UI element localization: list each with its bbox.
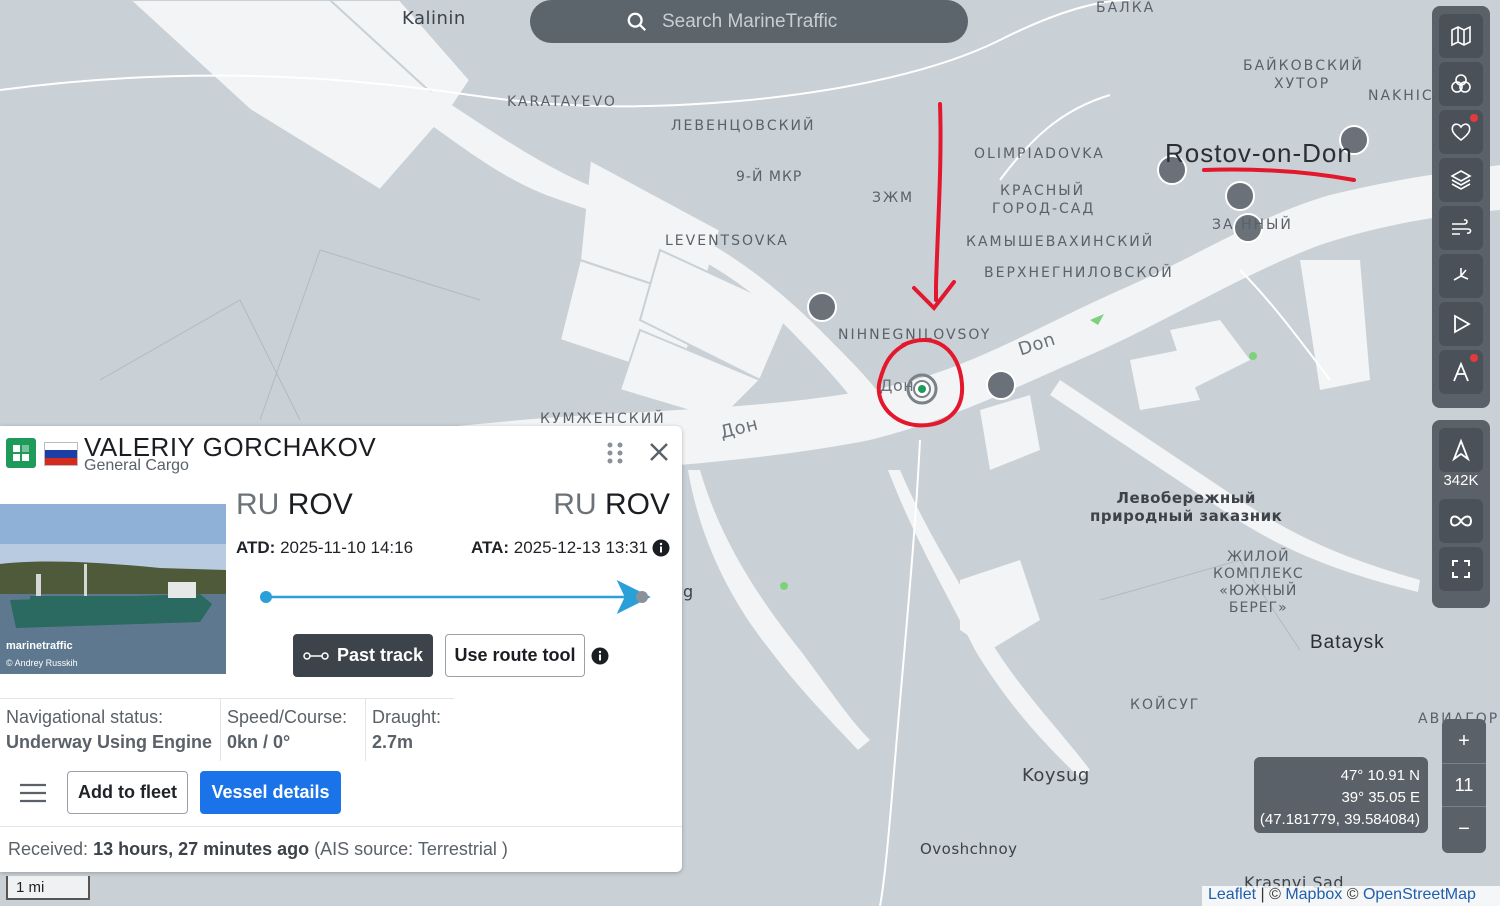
map-label-karatayevo: KARATAYEVO	[507, 94, 617, 110]
map-label-ovoshchnoy: Ovoshchnoy	[920, 840, 1018, 858]
infinity-button[interactable]	[1439, 499, 1483, 543]
vessel-count: 342K	[1443, 472, 1479, 489]
layers-icon	[1450, 170, 1472, 190]
map-label-rostov: Rostov-on-Don	[1165, 138, 1353, 168]
departure-port[interactable]: RU ROV	[236, 488, 353, 522]
vessel-details-button[interactable]: Vessel details	[200, 771, 341, 814]
past-track-button[interactable]: Past track	[293, 634, 433, 677]
mapbox-link[interactable]: Mapbox	[1285, 886, 1342, 903]
map-label-kamyshevakhinsky: КАМЫШЕВАХИНСКИЙ	[966, 234, 1155, 250]
speed-course: Speed/Course: 0kn / 0°	[221, 699, 366, 761]
zoom-level: 11	[1442, 763, 1486, 807]
map-label-balka: БАЛКА	[1096, 0, 1156, 16]
vessel-panel: VALERIY GORCHAKOV General Cargo marinetr…	[0, 426, 682, 872]
map-label-g: g	[683, 582, 694, 601]
infinity-icon	[1449, 515, 1473, 527]
measure-button[interactable]	[1439, 350, 1483, 394]
menu-icon[interactable]	[18, 782, 48, 804]
play-icon	[1454, 314, 1471, 334]
map-toolbar-secondary: 342K	[1432, 420, 1490, 608]
fullscreen-button[interactable]	[1439, 547, 1483, 591]
vessel-type-icon	[6, 438, 36, 468]
map-label-krasny: КРАСНЫЙ	[1000, 183, 1086, 199]
draught: Draught: 2.7m	[372, 707, 442, 752]
atd: ATD: 2025-11-10 14:16	[236, 538, 414, 557]
map-label-kumzhensky: КУМЖЕНСКИЙ	[540, 411, 666, 427]
measure-icon	[1453, 361, 1469, 382]
map-label-koysug: Koysug	[1022, 765, 1090, 786]
coordinates-readout: 47° 10.91 N 39° 35.05 E (47.181779, 39.5…	[1254, 757, 1428, 833]
favorites-button[interactable]	[1439, 110, 1483, 154]
flag-icon	[44, 442, 78, 466]
map-label-levoberezhny: Левобережный природный заказник	[1090, 489, 1283, 525]
photo-brand: marinetraffic	[6, 640, 73, 652]
lock-icon	[1470, 354, 1478, 362]
wind-icon	[1452, 219, 1472, 235]
layers-button[interactable]	[1439, 158, 1483, 202]
search-icon	[627, 12, 647, 32]
map-label-leventsovka: LEVENTSOVKA	[665, 233, 789, 249]
map-label-bataysk: Bataysk	[1310, 632, 1385, 653]
fullscreen-icon	[1452, 560, 1470, 578]
zoom-out-button[interactable]: −	[1442, 807, 1486, 851]
info-icon[interactable]	[591, 647, 609, 665]
map-label-olimpiadovka: OLIMPIADOVKA	[974, 146, 1105, 162]
map-label-zhiloy-kompleks: ЖИЛОЙ КОМПЛЕКС «ЮЖНЫЙ БЕРЕГ»	[1213, 549, 1304, 616]
filters-icon	[1451, 74, 1471, 93]
heart-icon	[1451, 123, 1471, 142]
longitude: 39° 35.05 E	[1341, 789, 1420, 806]
playback-button[interactable]	[1439, 302, 1483, 346]
drag-handle-icon[interactable]	[604, 440, 626, 466]
leaflet-link[interactable]: Leaflet	[1208, 886, 1256, 903]
map-label-zzhm: ЗЖМ	[872, 190, 915, 206]
map-label-zarechny: ЗА ННЫЙ	[1212, 217, 1293, 233]
map-label-nizhnegnilovskoy: NIHNEGNILOVSOY	[838, 327, 992, 343]
voyage-progress	[260, 580, 651, 614]
vessel-arrow-icon	[1452, 438, 1470, 462]
vessels-button[interactable]	[1439, 428, 1483, 472]
vessel-type: General Cargo	[84, 457, 189, 474]
map-button[interactable]	[1439, 14, 1483, 58]
map-label-levencovsky: ЛЕВЕНЦОВСКИЙ	[671, 118, 816, 134]
search-bar[interactable]: Search MarineTraffic	[530, 0, 968, 43]
density-icon	[1453, 268, 1469, 281]
add-to-fleet-button[interactable]: Add to fleet	[67, 771, 188, 814]
map-label-9-mkr: 9-Й МКР	[736, 169, 803, 185]
info-icon[interactable]	[652, 539, 670, 557]
map-label-don-small: Дон	[880, 376, 915, 395]
density-button[interactable]	[1439, 254, 1483, 298]
map-label-kalinin: Kalinin	[402, 8, 466, 29]
map-label-nakhic: NAKHIC	[1368, 88, 1434, 104]
photo-credit: © Andrey Russkih	[6, 658, 78, 668]
vessel-stats: Navigational status: Underway Using Engin…	[0, 698, 454, 761]
route-tool-button[interactable]: Use route tool	[445, 634, 585, 677]
filters-button[interactable]	[1439, 62, 1483, 106]
latitude: 47° 10.91 N	[1340, 767, 1420, 784]
decimal-coordinates: (47.181779, 39.584084)	[1259, 811, 1420, 828]
arrival-port[interactable]: RU ROV	[553, 488, 670, 522]
osm-link[interactable]: OpenStreetMap	[1363, 886, 1476, 903]
map-label-koysug-ru: КОЙСУГ	[1130, 697, 1201, 713]
zoom-in-button[interactable]: +	[1442, 719, 1486, 763]
nav-status: Navigational status: Underway Using Engin…	[0, 699, 221, 761]
arrival-dot	[636, 591, 648, 603]
map-label-gorod-sad: ГОРОД-САД	[992, 201, 1096, 217]
close-icon[interactable]	[647, 440, 671, 464]
weather-button[interactable]	[1439, 206, 1483, 250]
map-toolbar	[1432, 6, 1490, 408]
map-label-baikovsky: БАЙКОВСКИЙ	[1243, 58, 1364, 74]
map-label-khutor: ХУТОР	[1274, 76, 1331, 92]
departure-dot	[260, 591, 272, 603]
map-icon	[1451, 25, 1471, 47]
vessel-photo[interactable]: marinetraffic © Andrey Russkih	[0, 504, 226, 674]
lock-icon	[1470, 114, 1478, 122]
track-icon	[303, 651, 329, 660]
ata: ATA: 2025-12-13 13:31	[470, 538, 648, 557]
map-label-verkhnegnilovskoy: ВЕРХНЕГНИЛОВСКОЙ	[984, 265, 1174, 281]
search-placeholder: Search MarineTraffic	[662, 10, 838, 32]
zoom-control: + 11 −	[1442, 719, 1486, 853]
map-attribution: Leaflet | © Mapbox © OpenStreetMap	[1202, 886, 1500, 906]
received-info: Received: 13 hours, 27 minutes ago (AIS …	[0, 826, 682, 872]
scale-bar: 1 mi	[6, 876, 90, 900]
